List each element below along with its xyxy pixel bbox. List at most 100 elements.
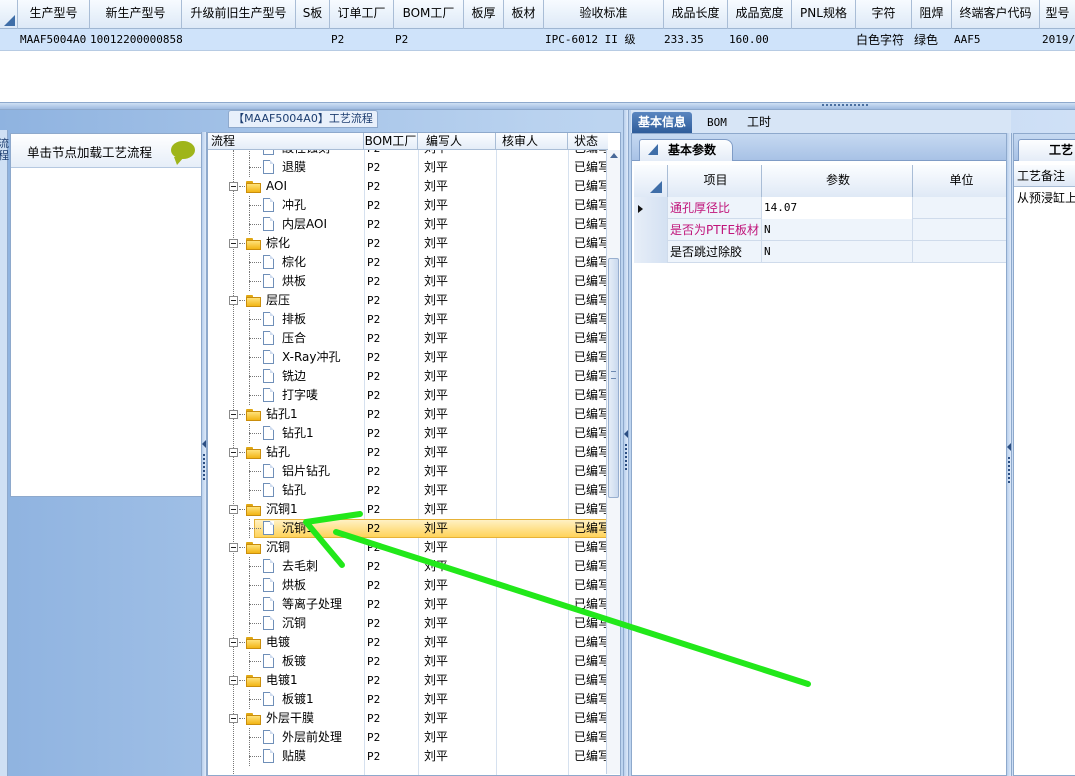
col-header[interactable]: PNL规格 <box>792 0 856 29</box>
tree-leaf-node[interactable]: 钻孔1 P2 刘平 已编写 <box>208 424 608 443</box>
collapse-icon[interactable] <box>229 714 238 723</box>
param-value[interactable]: N <box>762 241 913 263</box>
notes-col-header[interactable]: 工艺备注 <box>1014 165 1075 187</box>
collapse-icon[interactable] <box>229 448 238 457</box>
horizontal-splitter[interactable] <box>0 102 1075 110</box>
tree-col-header[interactable]: 状态 <box>568 133 608 150</box>
param-value-input[interactable]: 14.07 <box>762 197 913 219</box>
subtab-basic-params[interactable]: 基本参数 <box>639 139 733 161</box>
folder-icon <box>246 295 261 307</box>
tab-bom[interactable]: BOM <box>701 112 733 133</box>
tree-guideline <box>249 756 261 757</box>
tree-col-header[interactable]: BOM工厂 <box>364 133 418 150</box>
product-grid-row[interactable]: MAAF5004A0 10012200000858 P2 P2 IPC-6012… <box>0 29 1075 51</box>
tree-leaf-node[interactable]: 板镀 P2 刘平 已编写 <box>208 652 608 671</box>
tree-group-node[interactable]: 棕化 P2 刘平 已编写 <box>208 234 608 253</box>
col-header[interactable]: 生产型号 <box>18 0 90 29</box>
node-status: 已编写 <box>574 179 608 193</box>
param-col-header[interactable]: 参数 <box>762 165 913 197</box>
scroll-up-icon[interactable] <box>610 153 618 158</box>
param-row[interactable]: 通孔厚径比 14.07 <box>634 197 1008 219</box>
tree-col-header[interactable]: 核审人 <box>496 133 568 150</box>
tree-group-node[interactable]: 外层干膜 P2 刘平 已编写 <box>208 709 608 728</box>
collapse-icon[interactable] <box>229 239 238 248</box>
right-far-splitter[interactable] <box>1006 133 1012 776</box>
col-header[interactable]: 新生产型号 <box>90 0 182 29</box>
col-header[interactable]: 字符 <box>856 0 912 29</box>
scrollbar-thumb[interactable] <box>608 258 619 498</box>
param-row[interactable]: 是否为PTFE板材 N <box>634 219 1008 241</box>
tree-leaf-node[interactable]: 沉铜1 P2 刘平 已编写 <box>208 519 608 538</box>
tree-leaf-node[interactable]: 排板 P2 刘平 已编写 <box>208 310 608 329</box>
tab-labor-hours[interactable]: 工时 <box>741 112 777 133</box>
tree-leaf-node[interactable]: 酸性蚀刻P2 刘平 已编写 <box>208 150 608 158</box>
tree-leaf-node[interactable]: 烘板 P2 刘平 已编写 <box>208 272 608 291</box>
tree-leaf-node[interactable]: 棕化 P2 刘平 已编写 <box>208 253 608 272</box>
col-header[interactable]: 订单工厂 <box>330 0 394 29</box>
tree-group-node[interactable]: 沉铜1 P2 刘平 已编写 <box>208 500 608 519</box>
tab-process-notes[interactable]: 工艺 <box>1018 139 1075 161</box>
param-col-header[interactable]: 单位 <box>913 165 1008 197</box>
tree-group-node[interactable]: 电镀 P2 刘平 已编写 <box>208 633 608 652</box>
tab-basic-info[interactable]: 基本信息 <box>632 112 693 133</box>
collapse-icon[interactable] <box>229 543 238 552</box>
col-header[interactable]: 板厚 <box>464 0 504 29</box>
tree-group-node[interactable]: 电镀1 P2 刘平 已编写 <box>208 671 608 690</box>
tree-leaf-node[interactable]: 内层AOI P2 刘平 已编写 <box>208 215 608 234</box>
notes-cell[interactable]: 从预浸缸上 <box>1014 187 1075 209</box>
tree-leaf-node[interactable]: 沉铜 P2 刘平 已编写 <box>208 614 608 633</box>
tree-col-header[interactable]: 编写人 <box>418 133 496 150</box>
tree-leaf-node[interactable]: X-Ray冲孔 P2 刘平 已编写 <box>208 348 608 367</box>
tree-leaf-node[interactable]: 压合 P2 刘平 已编写 <box>208 329 608 348</box>
node-status: 已编写 <box>574 654 608 668</box>
tree-leaf-node[interactable]: 去毛刺 P2 刘平 已编写 <box>208 557 608 576</box>
collapse-icon[interactable] <box>229 638 238 647</box>
tree-leaf-node[interactable]: 打字唛 P2 刘平 已编写 <box>208 386 608 405</box>
tree-leaf-node[interactable]: 等离子处理 P2 刘平 已编写 <box>208 595 608 614</box>
param-col-header[interactable]: 项目 <box>668 165 762 197</box>
tree-leaf-node[interactable]: 铝片钻孔 P2 刘平 已编写 <box>208 462 608 481</box>
tree-group-node[interactable]: AOI P2 刘平 已编写 <box>208 177 608 196</box>
node-name: AOI <box>266 179 287 193</box>
tree-group-node[interactable]: 沉铜 P2 刘平 已编写 <box>208 538 608 557</box>
col-header[interactable]: 终端客户代码 <box>952 0 1040 29</box>
tree-group-node[interactable]: 层压 P2 刘平 已编写 <box>208 291 608 310</box>
col-header[interactable]: BOM工厂 <box>394 0 464 29</box>
tree-leaf-node[interactable]: 冲孔 P2 刘平 已编写 <box>208 196 608 215</box>
grid-corner[interactable] <box>0 0 18 29</box>
tree-group-node[interactable]: 钻孔1 P2 刘平 已编写 <box>208 405 608 424</box>
node-bom-factory: P2 <box>367 161 381 174</box>
tree-leaf-node[interactable]: 退膜 P2 刘平 已编写 <box>208 158 608 177</box>
col-header[interactable]: S板 <box>296 0 330 29</box>
node-bom-factory: P2 <box>367 370 381 383</box>
col-header[interactable]: 阻焊 <box>912 0 952 29</box>
left-collapsed-strip[interactable]: 流程 <box>0 130 9 776</box>
param-row[interactable]: 是否跳过除胶 N <box>634 241 1008 263</box>
collapse-icon[interactable] <box>229 296 238 305</box>
node-name: X-Ray冲孔 <box>282 350 341 364</box>
col-header[interactable]: 升级前旧生产型号 <box>182 0 296 29</box>
tree-scrollbar[interactable] <box>606 150 620 774</box>
col-header[interactable]: 型号 <box>1040 0 1075 29</box>
tree-leaf-node[interactable]: 贴膜 P2 刘平 已编写 <box>208 747 608 766</box>
tree-leaf-node[interactable]: 外层前处理 P2 刘平 已编写 <box>208 728 608 747</box>
col-header[interactable]: 板材 <box>504 0 544 29</box>
collapse-icon[interactable] <box>229 410 238 419</box>
col-header[interactable]: 成品长度 <box>664 0 728 29</box>
tree-leaf-node[interactable]: 铣边 P2 刘平 已编写 <box>208 367 608 386</box>
param-corner[interactable] <box>634 165 668 197</box>
collapse-icon[interactable] <box>229 182 238 191</box>
tree-right-splitter[interactable] <box>623 110 629 776</box>
tree-group-node[interactable]: 钻孔 P2 刘平 已编写 <box>208 443 608 462</box>
collapse-icon[interactable] <box>229 505 238 514</box>
collapse-icon[interactable] <box>229 676 238 685</box>
col-header[interactable]: 验收标准 <box>544 0 664 29</box>
tree-leaf-node[interactable]: 钻孔 P2 刘平 已编写 <box>208 481 608 500</box>
tree-col-header[interactable]: 流程 <box>208 133 364 150</box>
node-status: 已编写 <box>574 578 608 592</box>
tree-leaf-node[interactable]: 烘板 P2 刘平 已编写 <box>208 576 608 595</box>
param-value[interactable]: N <box>762 219 913 241</box>
tree-leaf-node[interactable]: 板镀1 P2 刘平 已编写 <box>208 690 608 709</box>
load-process-header[interactable]: 单击节点加载工艺流程 <box>11 134 201 168</box>
col-header[interactable]: 成品宽度 <box>728 0 792 29</box>
